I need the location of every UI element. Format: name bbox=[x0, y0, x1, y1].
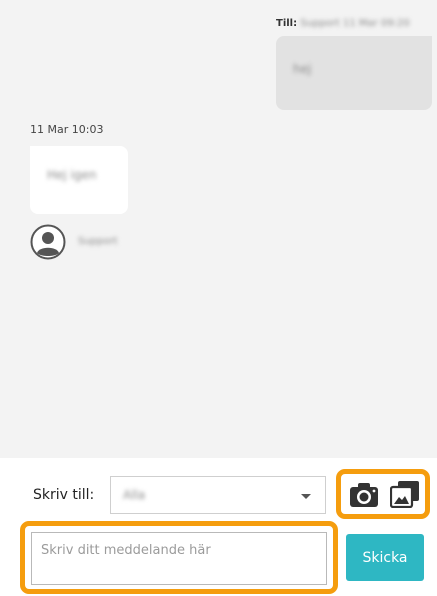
gallery-icon bbox=[389, 481, 419, 509]
message-input-wrapper bbox=[20, 521, 338, 594]
incoming-message-bubble: Hej igen bbox=[30, 146, 128, 214]
chevron-down-icon bbox=[301, 494, 311, 499]
camera-button[interactable] bbox=[349, 482, 379, 508]
recipient-label: Skriv till: bbox=[33, 487, 95, 503]
recipient-select[interactable]: Alla bbox=[110, 476, 326, 514]
recipient-name: Support bbox=[300, 18, 340, 29]
attachment-buttons bbox=[336, 469, 430, 519]
message-input[interactable] bbox=[31, 532, 327, 585]
outgoing-timestamp: 11 Mar 09:20 bbox=[343, 18, 410, 29]
outgoing-message-header: Till: Support 11 Mar 09:20 bbox=[276, 18, 410, 29]
incoming-message-text: Hej igen bbox=[47, 168, 97, 182]
sender-avatar-icon bbox=[30, 224, 66, 260]
gallery-button[interactable] bbox=[389, 480, 420, 509]
outgoing-message-bubble: hej bbox=[276, 36, 432, 110]
to-label: Till: bbox=[276, 18, 298, 29]
outgoing-message-text: hej bbox=[293, 62, 312, 76]
message-thread: Till: Support 11 Mar 09:20 hej 11 Mar 10… bbox=[0, 0, 437, 458]
camera-icon bbox=[350, 483, 378, 507]
sender-name: Support bbox=[78, 236, 118, 247]
send-button[interactable]: Skicka bbox=[346, 534, 424, 581]
recipient-select-value: Alla bbox=[123, 488, 146, 502]
incoming-timestamp: 11 Mar 10:03 bbox=[30, 123, 104, 136]
